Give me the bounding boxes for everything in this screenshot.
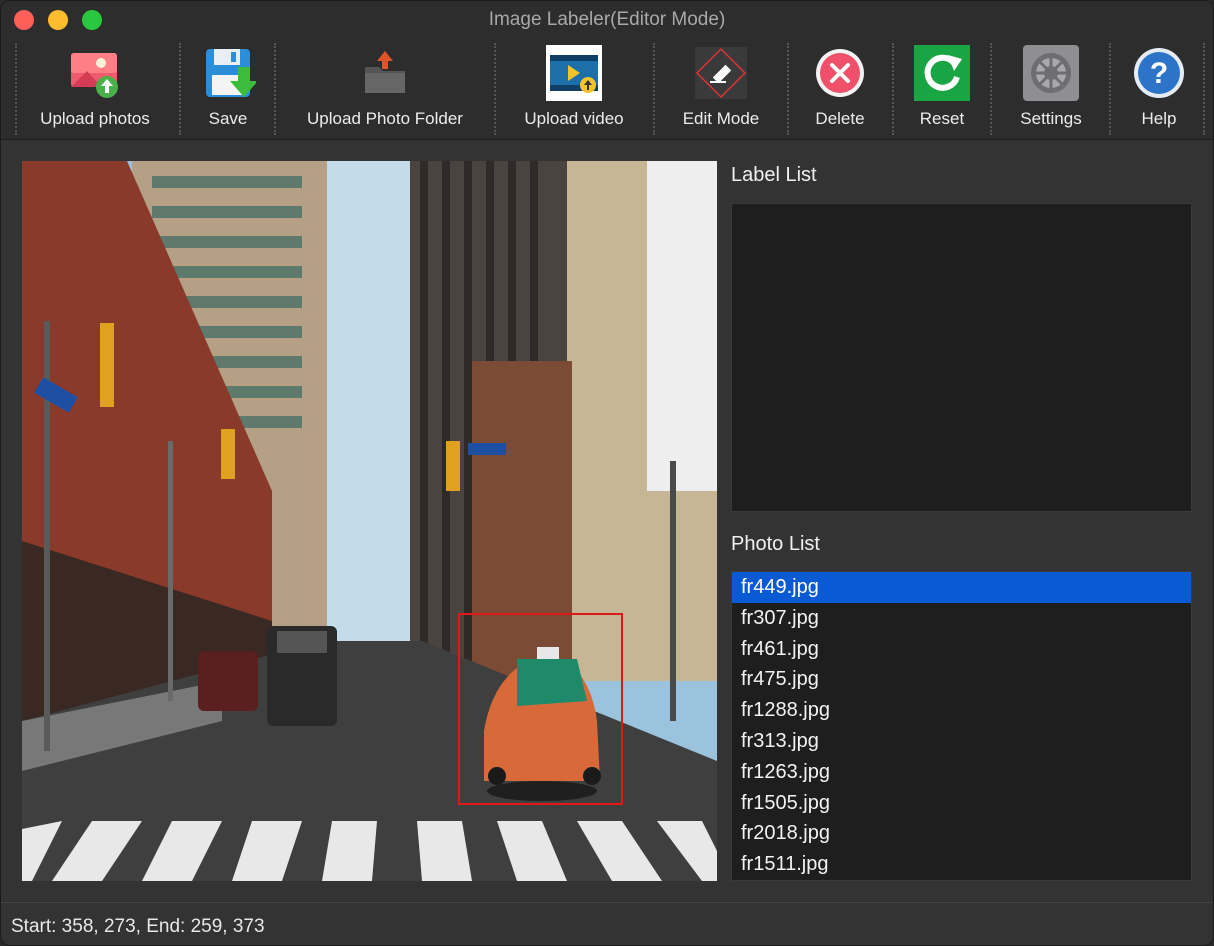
toolbar-separator <box>1203 43 1205 135</box>
photo-list-item[interactable]: fr1288.jpg <box>732 695 1191 726</box>
help-button[interactable]: ? Help <box>1123 39 1195 139</box>
label-list[interactable] <box>731 203 1192 512</box>
photo-list-item[interactable]: fr1511.jpg <box>732 849 1191 880</box>
toolbar-separator <box>274 43 276 135</box>
upload-photos-button[interactable]: Upload photos <box>29 39 161 139</box>
reset-label: Reset <box>919 109 965 128</box>
toolbar-separator <box>653 43 655 135</box>
edit-mode-label: Edit Mode <box>682 109 760 128</box>
status-bar: Start: 358, 273, End: 259, 373 <box>1 902 1213 945</box>
upload-photos-label: Upload photos <box>40 109 150 128</box>
edit-pencil-icon <box>695 47 747 99</box>
title-bar: Image Labeler(Editor Mode) <box>1 1 1213 39</box>
photo-list-item[interactable]: fr307.jpg <box>732 603 1191 634</box>
app-window: Image Labeler(Editor Mode) Upload photos <box>0 0 1214 946</box>
toolbar-separator <box>1109 43 1111 135</box>
settings-label: Settings <box>1020 109 1082 128</box>
delete-label: Delete <box>815 109 865 128</box>
photo-list-item[interactable]: fr313.jpg <box>732 726 1191 757</box>
photo-list-item[interactable]: fr475.jpg <box>732 664 1191 695</box>
upload-video-button[interactable]: Upload video <box>511 39 637 139</box>
toolbar-separator <box>892 43 894 135</box>
delete-icon <box>816 49 864 97</box>
upload-photo-folder-button[interactable]: Upload Photo Folder <box>291 39 479 139</box>
upload-photo-folder-label: Upload Photo Folder <box>307 109 463 128</box>
toolbar-separator <box>15 43 17 135</box>
photo-list-item[interactable]: fr449.jpg <box>732 572 1191 603</box>
toolbar-separator <box>179 43 181 135</box>
save-button[interactable]: Save <box>191 39 265 139</box>
photo-list-item[interactable]: fr1263.jpg <box>732 757 1191 788</box>
help-label: Help <box>1141 109 1177 128</box>
save-icon <box>206 49 256 97</box>
svg-text:?: ? <box>1150 57 1168 90</box>
help-icon: ? <box>1134 48 1184 98</box>
status-coordinates: Start: 358, 273, End: 259, 373 <box>11 916 265 937</box>
folder-upload-icon <box>365 51 405 93</box>
settings-button[interactable]: Settings <box>1005 39 1097 139</box>
video-upload-icon <box>546 45 602 101</box>
toolbar-separator <box>990 43 992 135</box>
photo-list-title: Photo List <box>731 533 820 555</box>
photo-list[interactable]: fr449.jpg fr307.jpg fr461.jpg fr475.jpg … <box>731 571 1192 881</box>
photo-list-item[interactable]: fr461.jpg <box>732 634 1191 665</box>
toolbar-separator <box>494 43 496 135</box>
toolbar-separator <box>787 43 789 135</box>
upload-photo-icon <box>71 53 118 98</box>
save-label: Save <box>208 109 248 128</box>
settings-gear-icon <box>1023 45 1079 101</box>
photo-list-item[interactable]: fr2018.jpg <box>732 818 1191 849</box>
upload-video-label: Upload video <box>524 109 624 128</box>
label-list-title: Label List <box>731 164 817 186</box>
bounding-box[interactable] <box>458 613 623 805</box>
window-title: Image Labeler(Editor Mode) <box>488 9 726 30</box>
toolbar: Upload photos Save Upload Photo Folder U… <box>1 39 1213 140</box>
delete-button[interactable]: Delete <box>801 39 879 139</box>
reset-button[interactable]: Reset <box>905 39 979 139</box>
photo-list-item[interactable]: fr1505.jpg <box>732 788 1191 819</box>
edit-mode-button[interactable]: Edit Mode <box>665 39 777 139</box>
image-canvas[interactable] <box>22 161 717 881</box>
reset-icon <box>914 45 970 101</box>
